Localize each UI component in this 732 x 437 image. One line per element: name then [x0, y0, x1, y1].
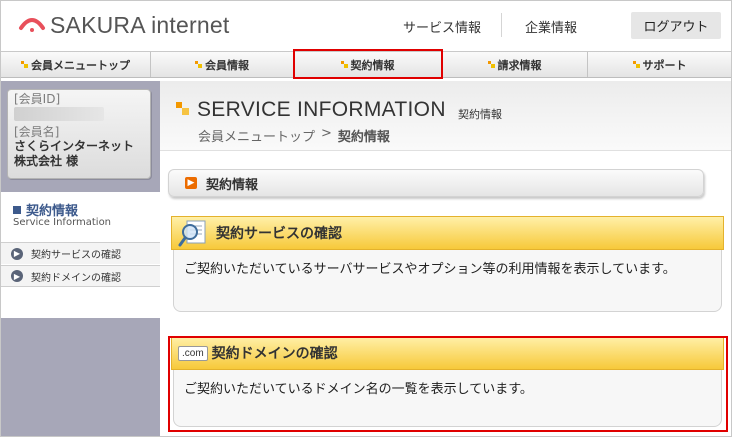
main-menu: 会員メニュートップ 会員情報 契約情報 請求情報 サポート	[1, 51, 731, 78]
sidebar-contract-section: 契約情報 Service Information ▶ 契約サービスの確認 ▶ 契…	[1, 192, 160, 318]
card-header[interactable]: 契約サービスの確認	[171, 216, 724, 250]
sidebar-section-subtitle: Service Information	[13, 217, 112, 228]
sidebar-link-label: 契約ドメインの確認	[31, 272, 121, 284]
menu-item-label: 会員メニュートップ	[31, 58, 130, 72]
member-id-label: [会員ID]	[14, 92, 61, 106]
logout-button[interactable]: ログアウト	[631, 12, 721, 39]
breadcrumb: 会員メニュートップ > 契約情報	[198, 126, 390, 145]
nav-service-info[interactable]: サービス情報	[403, 13, 481, 39]
card-description: ご契約いただいているドメイン名の一覧を表示しています。	[173, 370, 722, 427]
menu-item-contract-info[interactable]: 契約情報	[294, 52, 442, 77]
arrow-circle-icon: ▶	[11, 270, 23, 282]
sidebar: [会員ID] [会員名] さくらインターネット 株式会社 様 契約情報 Serv…	[1, 81, 160, 436]
menu-item-member-info[interactable]: 会員情報	[151, 52, 294, 77]
menu-item-label: 契約情報	[350, 58, 395, 72]
page-title: SERVICE INFORMATION	[197, 98, 446, 121]
section-heading-label: 契約情報	[206, 177, 259, 193]
member-name-line1: さくらインターネット	[14, 139, 135, 153]
arrow-circle-icon: ▶	[11, 247, 23, 260]
menu-item-member-top[interactable]: 会員メニュートップ	[1, 52, 151, 77]
sidebar-link-service-check[interactable]: ▶ 契約サービスの確認	[1, 242, 160, 264]
page-title-sub: 契約情報	[458, 108, 502, 121]
card-domain-check: .com 契約ドメインの確認 ご契約いただいているドメイン名の一覧を表示していま…	[171, 336, 724, 427]
square-bullet-icon	[13, 205, 21, 214]
sakura-logo-icon	[19, 18, 45, 32]
sidebar-link-domain-check[interactable]: ▶ 契約ドメインの確認	[1, 265, 160, 287]
logo-text: SAKURA internet	[50, 11, 230, 38]
bullet-icon	[632, 61, 640, 68]
page-frame: SAKURA internet サービス情報 企業情報 ログアウト 会員メニュー…	[0, 0, 732, 437]
page-header: SERVICE INFORMATION 契約情報 会員メニュートップ > 契約情…	[160, 81, 731, 151]
breadcrumb-current: 契約情報	[337, 130, 390, 145]
dotcom-badge-icon: .com	[178, 345, 208, 361]
sidebar-link-label: 契約サービスの確認	[31, 250, 121, 261]
title-bullet-icon	[176, 102, 190, 116]
card-header[interactable]: .com 契約ドメインの確認	[171, 336, 724, 370]
menu-item-support[interactable]: サポート	[588, 52, 731, 77]
bullet-icon	[340, 61, 348, 68]
magnifier-document-icon	[178, 220, 206, 247]
menu-item-billing-info[interactable]: 請求情報	[442, 52, 588, 77]
member-id-value-redacted	[14, 107, 104, 121]
menu-item-label: 請求情報	[497, 58, 542, 72]
orange-arrow-icon: ▶	[185, 177, 197, 189]
main-content: SERVICE INFORMATION 契約情報 会員メニュートップ > 契約情…	[160, 81, 731, 436]
card-title: 契約サービスの確認	[216, 226, 342, 242]
menu-item-label: サポート	[642, 58, 687, 72]
bullet-icon	[21, 61, 28, 68]
header: SAKURA internet サービス情報 企業情報 ログアウト	[1, 1, 731, 49]
menu-item-label: 会員情報	[205, 58, 249, 72]
nav-divider	[501, 13, 502, 37]
member-info-box: [会員ID] [会員名] さくらインターネット 株式会社 様	[7, 89, 151, 179]
card-service-check: 契約サービスの確認 ご契約いただいているサーバサービスやオプション等の利用情報を…	[171, 216, 724, 312]
member-name-line2: 株式会社 様	[14, 154, 79, 168]
nav-company-info[interactable]: 企業情報	[525, 13, 577, 39]
bullet-icon	[487, 61, 495, 68]
card-description: ご契約いただいているサーバサービスやオプション等の利用情報を表示しています。	[173, 250, 722, 312]
section-heading: ▶ 契約情報	[168, 169, 704, 197]
breadcrumb-home[interactable]: 会員メニュートップ	[198, 126, 315, 145]
member-name-label: [会員名]	[14, 125, 60, 139]
logo[interactable]: SAKURA internet	[17, 10, 229, 40]
breadcrumb-separator: >	[321, 126, 332, 141]
bullet-icon	[195, 61, 202, 68]
card-title: 契約ドメインの確認	[211, 346, 338, 362]
